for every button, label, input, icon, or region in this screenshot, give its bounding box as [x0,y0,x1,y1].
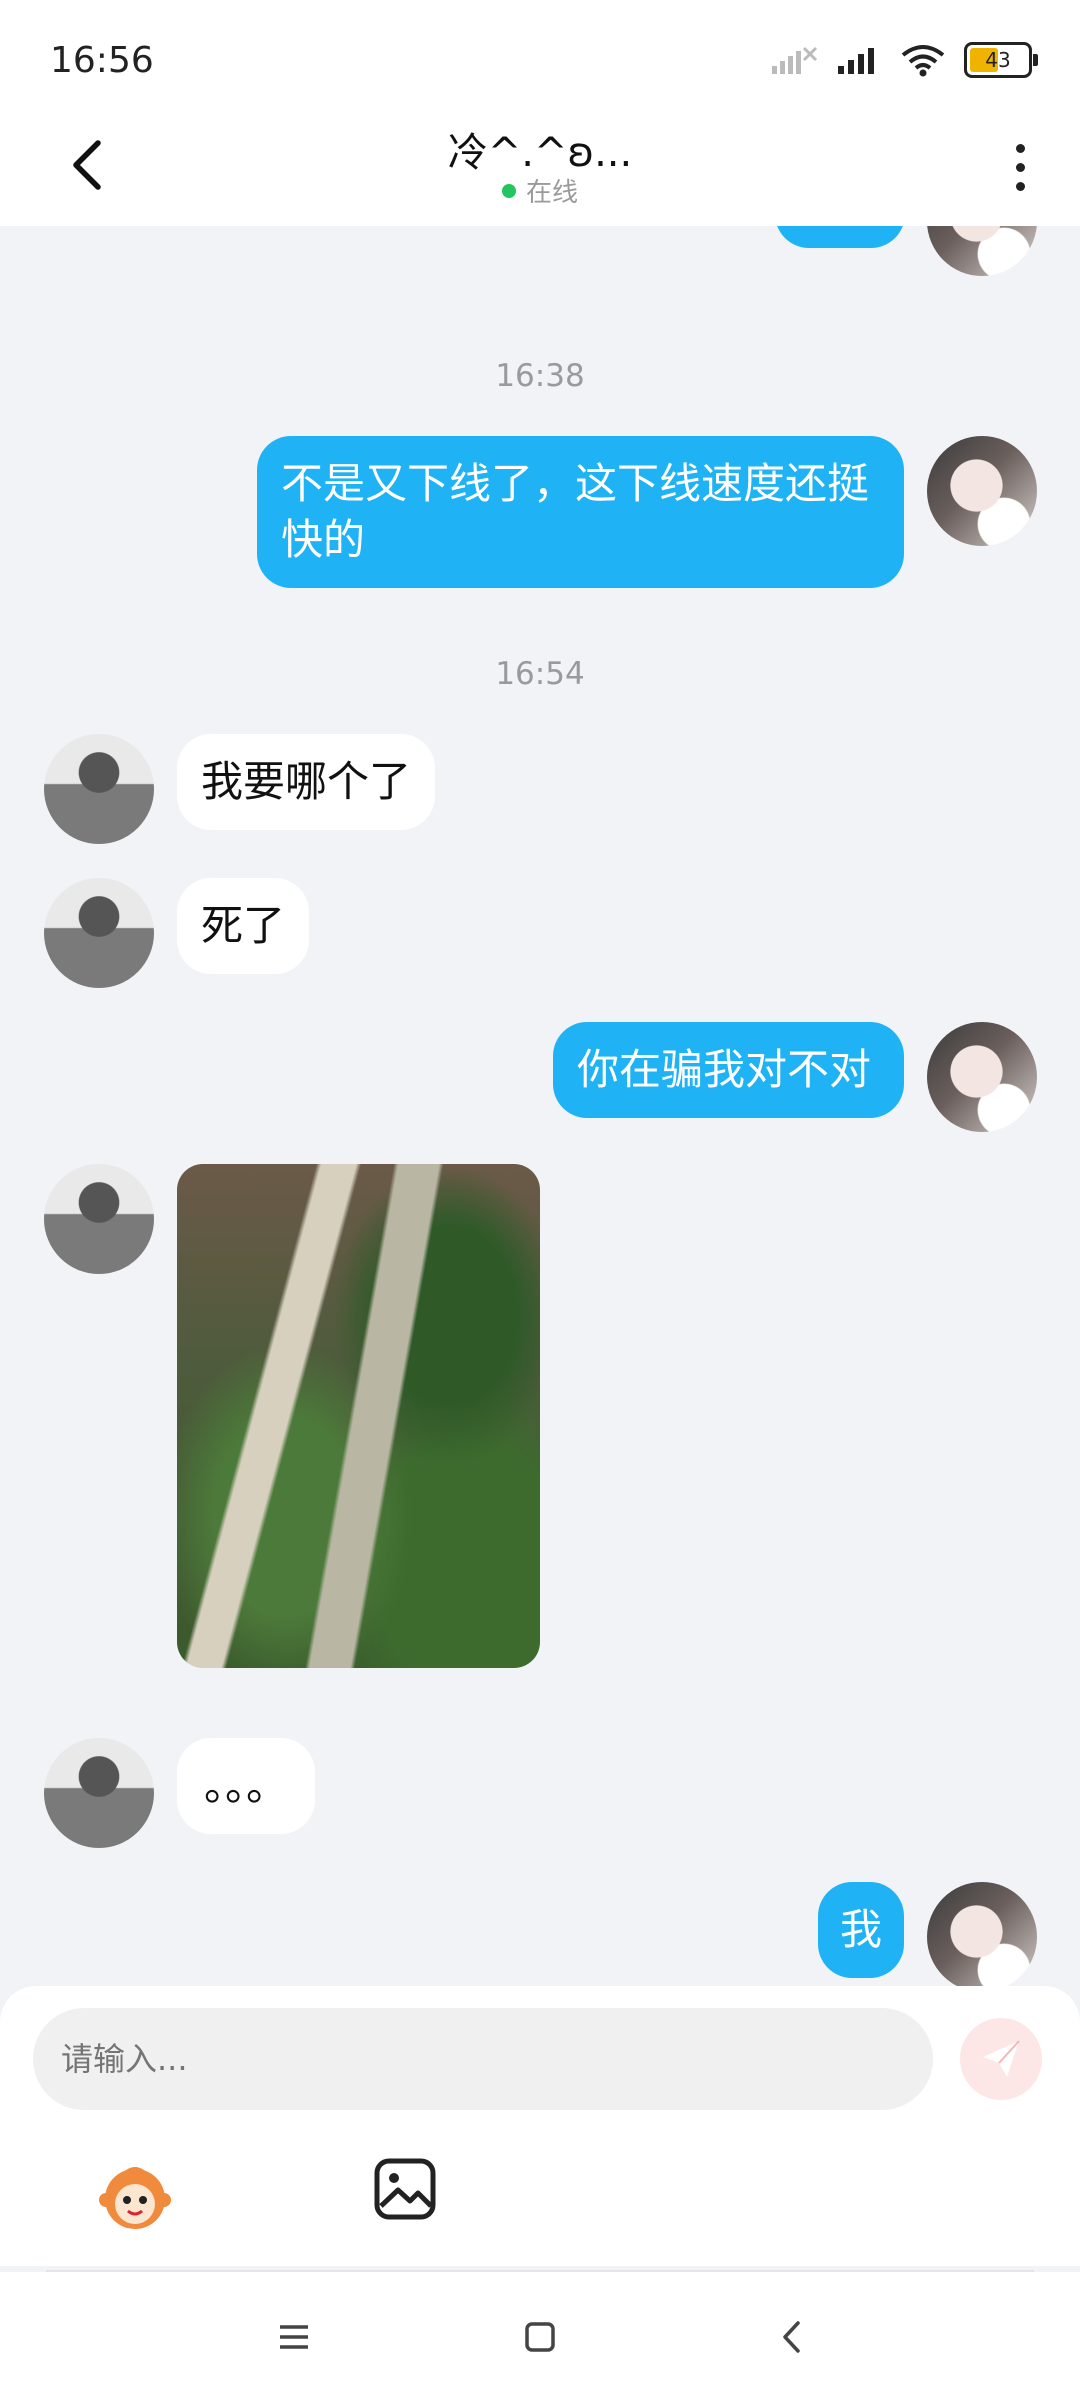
contact-name: 冷^.^ʚ... [447,130,633,176]
my-avatar[interactable] [927,436,1037,546]
send-icon [983,2040,1020,2077]
online-status: 在线 [0,172,1080,209]
my-avatar[interactable] [927,1882,1037,1986]
more-vertical-icon [1015,143,1025,191]
chat-area[interactable]: 在的 16:38 不是又下线了，这下线速度还挺快的 16:54 我要哪个了 死了… [0,226,1080,1986]
battery-icon: 43 [964,42,1038,78]
message-bubble-received[interactable]: 我要哪个了 [177,734,436,830]
back-icon [783,2321,800,2353]
image-icon [374,2158,436,2220]
image-message[interactable] [177,1164,540,1668]
system-nav-bar [0,2272,1080,2400]
signal-icon [838,48,874,74]
home-icon [525,2322,555,2352]
more-button[interactable] [1000,132,1040,202]
battery-level: 43 [985,48,1011,72]
status-icons: 43 [770,42,1038,78]
contact-avatar[interactable] [44,878,154,988]
menu-icon [280,2325,308,2349]
contact-avatar[interactable] [44,734,154,844]
online-dot-icon [501,183,516,198]
online-status-text: 在线 [525,178,578,208]
message-bubble-received[interactable]: 死了 [177,878,310,974]
home-button[interactable] [510,2310,570,2364]
message-bubble-partial: 在的 [775,226,905,248]
message-bubble-sent[interactable]: 不是又下线了，这下线速度还挺快的 [257,436,904,588]
timestamp: 16:54 [495,656,585,692]
emoji-icon [99,2167,171,2229]
status-time: 16:56 [50,40,154,81]
emoji-button[interactable] [96,2156,174,2234]
signal-x-icon [772,46,818,74]
my-avatar[interactable] [927,1022,1037,1132]
message-bubble-sent[interactable]: 你在骗我对不对 [553,1022,904,1118]
composer [0,1986,1080,2266]
send-button[interactable] [960,2018,1042,2100]
status-bar: 16:56 43 [0,0,1080,120]
message-bubble-received[interactable]: 。。。 [177,1738,315,1834]
timestamp: 16:38 [495,358,585,394]
image-button[interactable] [372,2156,438,2222]
contact-avatar[interactable] [44,1164,154,1274]
recent-apps-button[interactable] [264,2310,324,2364]
system-back-button[interactable] [762,2310,822,2364]
chat-header: 冷^.^ʚ... 在线 [0,120,1080,226]
message-input[interactable] [33,2008,933,2110]
wifi-icon [901,45,945,77]
message-bubble-sent[interactable]: 我 [818,1882,904,1978]
my-avatar[interactable] [927,226,1037,276]
contact-avatar[interactable] [44,1738,154,1848]
